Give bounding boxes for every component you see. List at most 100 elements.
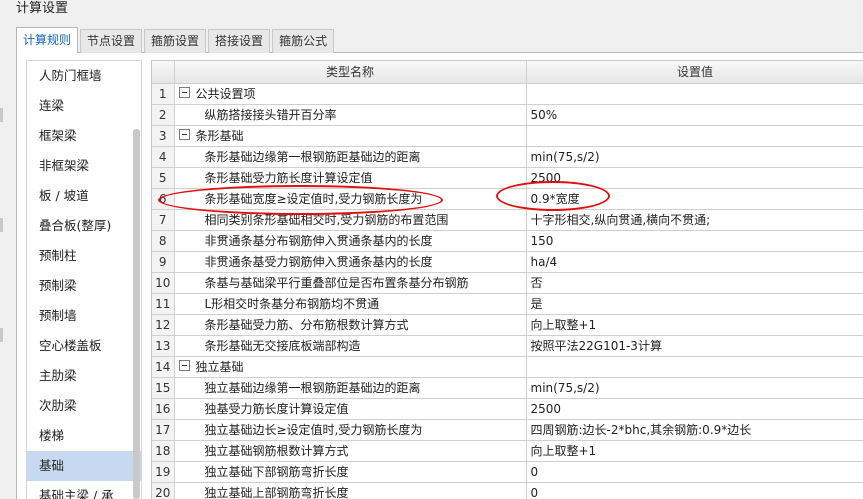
row-number: 10	[152, 272, 175, 294]
setting-name-cell: 非贯通条基受力钢筋伸入贯通条基内的长度	[174, 251, 527, 273]
setting-row[interactable]: 20 独立基础上部钢筋弯折长度 0	[152, 482, 863, 499]
setting-row[interactable]: 19 独立基础下部钢筋弯折长度 0	[152, 461, 863, 483]
row-number: 16	[152, 398, 175, 420]
setting-name-cell: 公共设置项	[174, 83, 527, 105]
sidebar-item[interactable]: 预制柱	[27, 241, 141, 271]
setting-row[interactable]: 4 条形基础边缘第一根钢筋距基础边的距离 min(75,s/2)	[152, 146, 863, 168]
edge-marker	[0, 108, 3, 122]
sidebar-item[interactable]: 叠合板(整厚)	[27, 211, 141, 241]
setting-value-cell[interactable]: 2500	[526, 167, 863, 189]
setting-value-cell[interactable]: 向上取整+1	[526, 314, 863, 336]
setting-row[interactable]: 11 L形相交时条基分布钢筋均不贯通 是	[152, 293, 863, 315]
setting-name: 条形基础无交接底板端部构造	[204, 339, 361, 353]
tab-1[interactable]: 节点设置	[80, 29, 143, 53]
sidebar-item[interactable]: 空心楼盖板	[27, 331, 141, 361]
sidebar-item[interactable]: 预制墙	[27, 301, 141, 331]
tab-3[interactable]: 搭接设置	[208, 29, 271, 53]
setting-value-cell	[526, 125, 863, 147]
setting-name-cell: 非贯通条基分布钢筋伸入贯通条基内的长度	[174, 230, 527, 252]
setting-name: 条形基础受力筋长度计算设定值	[204, 171, 373, 185]
setting-value-cell[interactable]: min(75,s/2)	[526, 146, 863, 168]
setting-name: 独立基础上部钢筋弯折长度	[204, 486, 349, 499]
setting-value-cell[interactable]: 是	[526, 293, 863, 315]
setting-value-cell[interactable]: 50%	[526, 104, 863, 126]
collapse-icon[interactable]	[178, 129, 190, 140]
setting-value-cell[interactable]: 向上取整+1	[526, 440, 863, 462]
sidebar-item[interactable]: 板 / 坡道	[27, 181, 141, 211]
sidebar-item[interactable]: 基础	[27, 451, 141, 481]
group-label: 独立基础	[195, 360, 244, 374]
setting-value-cell[interactable]: 四周钢筋:边长-2*bhc,其余钢筋:0.9*边长	[526, 419, 863, 441]
setting-name: 条基与基础梁平行重叠部位是否布置条基分布钢筋	[204, 276, 469, 290]
setting-name-cell: 条形基础受力筋长度计算设定值	[174, 167, 527, 189]
setting-name: L形相交时条基分布钢筋均不贯通	[204, 297, 380, 311]
setting-value-header[interactable]: 设置值	[526, 61, 863, 84]
setting-row[interactable]: 13 条形基础无交接底板端部构造 按照平法22G101-3计算	[152, 335, 863, 357]
row-number: 6	[152, 188, 175, 210]
setting-value-cell[interactable]: 0	[526, 461, 863, 483]
setting-value-cell[interactable]: 十字形相交,纵向贯通,横向不贯通;	[526, 209, 863, 231]
setting-name-cell: 独立基础上部钢筋弯折长度	[174, 482, 527, 499]
setting-row[interactable]: 18 独立基础钢筋根数计算方式 向上取整+1	[152, 440, 863, 462]
setting-row[interactable]: 9 非贯通条基受力钢筋伸入贯通条基内的长度 ha/4	[152, 251, 863, 273]
group-row[interactable]: 3 条形基础	[152, 125, 863, 147]
sidebar-item[interactable]: 人防门框墙	[27, 61, 141, 91]
row-number-header	[152, 61, 175, 84]
type-name-header[interactable]: 类型名称	[174, 61, 527, 84]
setting-name: 相同类别条形基础相交时,受力钢筋的布置范围	[204, 213, 449, 227]
row-number: 1	[152, 83, 175, 105]
sidebar-item[interactable]: 框架梁	[27, 121, 141, 151]
setting-name: 纵筋搭接接头错开百分率	[204, 108, 337, 122]
sidebar-item[interactable]: 非框架梁	[27, 151, 141, 181]
row-number: 7	[152, 209, 175, 231]
group-row[interactable]: 14 独立基础	[152, 356, 863, 378]
setting-value-cell[interactable]: 2500	[526, 398, 863, 420]
left-window-edge	[0, 0, 3, 499]
setting-value-cell[interactable]: 0	[526, 482, 863, 499]
sidebar-item[interactable]: 楼梯	[27, 421, 141, 451]
setting-row[interactable]: 12 条形基础受力筋、分布筋根数计算方式 向上取整+1	[152, 314, 863, 336]
setting-value-cell[interactable]: 0.9*宽度	[526, 188, 863, 210]
row-number: 13	[152, 335, 175, 357]
sidebar-item[interactable]: 预制梁	[27, 271, 141, 301]
sidebar-item[interactable]: 连梁	[27, 91, 141, 121]
setting-name: 独立基础边长≥设定值时,受力钢筋长度为	[204, 423, 423, 437]
setting-name-cell: 条形基础受力筋、分布筋根数计算方式	[174, 314, 527, 336]
setting-row[interactable]: 17 独立基础边长≥设定值时,受力钢筋长度为 四周钢筋:边长-2*bhc,其余钢筋:…	[152, 419, 863, 441]
row-number: 4	[152, 146, 175, 168]
group-row[interactable]: 1 公共设置项	[152, 83, 863, 105]
collapse-icon[interactable]	[178, 87, 190, 98]
setting-row[interactable]: 8 非贯通条基分布钢筋伸入贯通条基内的长度 150	[152, 230, 863, 252]
setting-name-cell: 独立基础边缘第一根钢筋距基础边的距离	[174, 377, 527, 399]
setting-row[interactable]: 7 相同类别条形基础相交时,受力钢筋的布置范围 十字形相交,纵向贯通,横向不贯通;	[152, 209, 863, 231]
setting-row[interactable]: 10 条基与基础梁平行重叠部位是否布置条基分布钢筋 否	[152, 272, 863, 294]
setting-name-cell: 独立基础下部钢筋弯折长度	[174, 461, 527, 483]
row-number: 12	[152, 314, 175, 336]
sidebar-item[interactable]: 主肋梁	[27, 361, 141, 391]
sidebar-scrollbar[interactable]	[133, 129, 140, 499]
setting-value-cell[interactable]: 150	[526, 230, 863, 252]
tab-4[interactable]: 箍筋公式	[272, 29, 335, 53]
setting-value-cell[interactable]: 按照平法22G101-3计算	[526, 335, 863, 357]
setting-value-cell[interactable]: min(75,s/2)	[526, 377, 863, 399]
row-number: 15	[152, 377, 175, 399]
window-title: 计算设置	[16, 1, 69, 16]
setting-row[interactable]: 2 纵筋搭接接头错开百分率 50%	[152, 104, 863, 126]
setting-value-cell[interactable]: ha/4	[526, 251, 863, 273]
tab-0[interactable]: 计算规则	[16, 27, 79, 53]
setting-row[interactable]: 5 条形基础受力筋长度计算设定值 2500	[152, 167, 863, 189]
setting-row[interactable]: 16 独基受力筋长度计算设定值 2500	[152, 398, 863, 420]
row-number: 19	[152, 461, 175, 483]
sidebar-item[interactable]: 次肋梁	[27, 391, 141, 421]
tab-2[interactable]: 箍筋设置	[144, 29, 207, 53]
setting-value-cell[interactable]: 否	[526, 272, 863, 294]
sidebar-item[interactable]: 基础主梁 / 承	[27, 481, 141, 499]
row-number: 9	[152, 251, 175, 273]
setting-row[interactable]: 15 独立基础边缘第一根钢筋距基础边的距离 min(75,s/2)	[152, 377, 863, 399]
row-number: 8	[152, 230, 175, 252]
row-number: 2	[152, 104, 175, 126]
collapse-icon[interactable]	[178, 360, 190, 371]
setting-row[interactable]: 6 条形基础宽度≥设定值时,受力钢筋长度为 0.9*宽度	[152, 188, 863, 210]
setting-name-cell: 纵筋搭接接头错开百分率	[174, 104, 527, 126]
setting-name: 独立基础钢筋根数计算方式	[204, 444, 349, 458]
